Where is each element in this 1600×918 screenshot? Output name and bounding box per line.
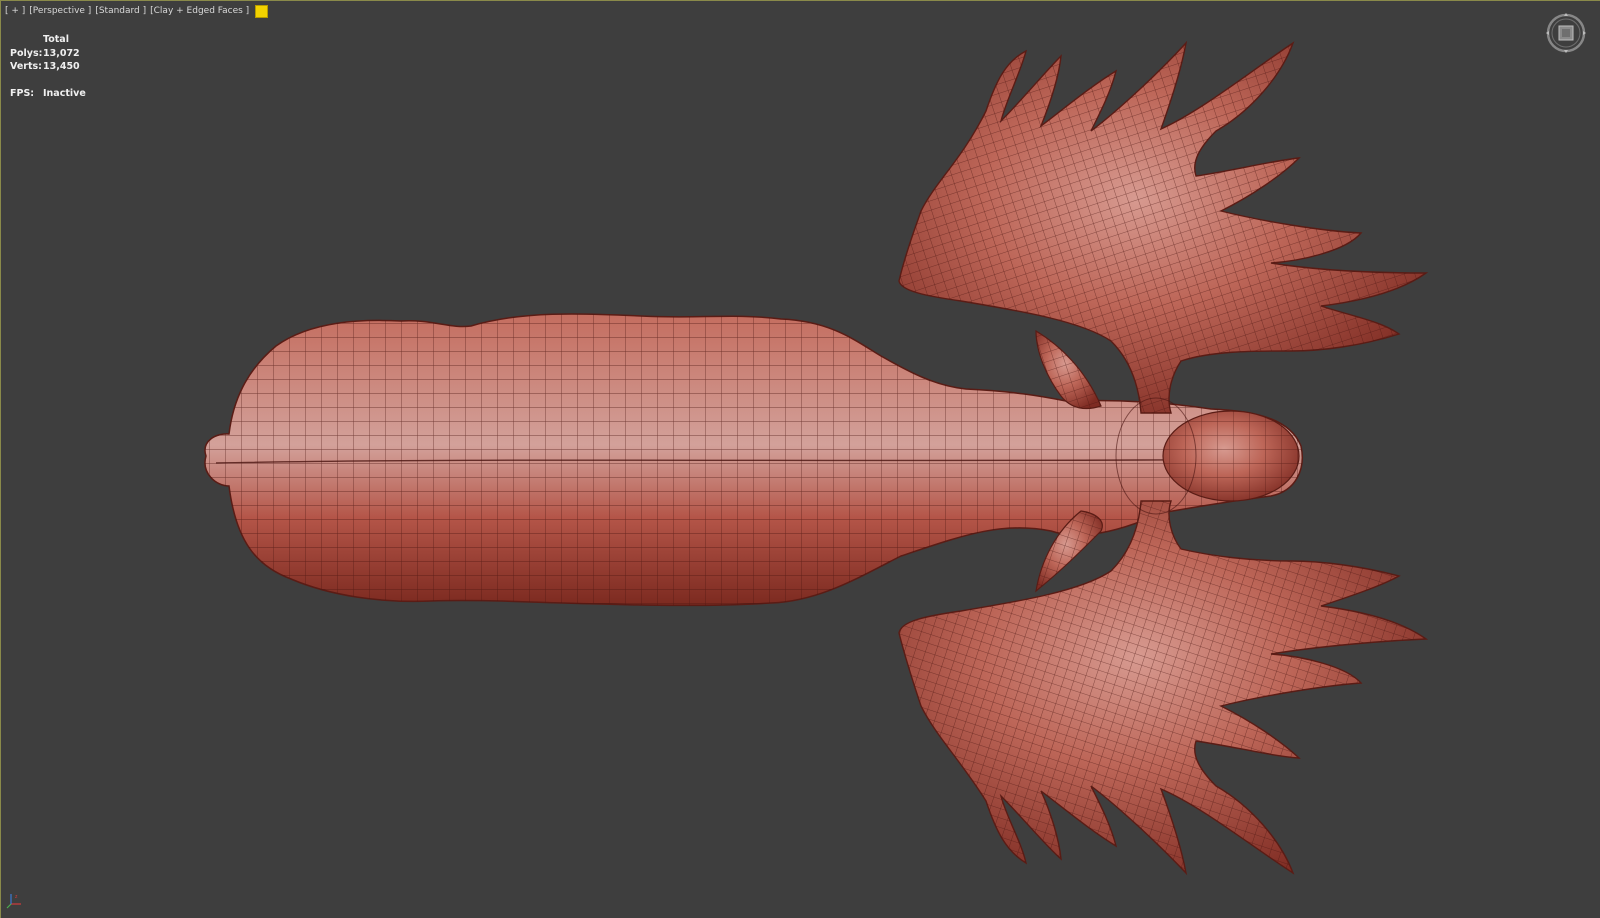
verts-value: 13,450: [43, 61, 80, 73]
display-mode-label[interactable]: [Clay + Edged Faces ]: [150, 6, 249, 16]
viewport-perspective[interactable]: [ + ] [Perspective ] [Standard ] [Clay +…: [0, 0, 1600, 918]
fps-value: Inactive: [43, 87, 86, 99]
viewport-statistics: Total Polys: 13,072 Verts: 13,450 FPS: I…: [10, 33, 86, 100]
viewport-color-swatch[interactable]: [255, 4, 269, 18]
viewport-label-bar: [ + ] [Perspective ] [Standard ] [Clay +…: [5, 4, 269, 18]
moose-model[interactable]: [1, 1, 1600, 918]
stats-header: Total: [43, 34, 69, 45]
view-type-label[interactable]: [Perspective ]: [29, 6, 91, 16]
moose-antler-lower: [898, 500, 1429, 876]
polys-label: Polys:: [10, 47, 43, 59]
polys-value: 13,072: [43, 47, 80, 59]
axis-tripod-icon: z: [5, 890, 25, 910]
moose-antler-upper: [898, 40, 1429, 414]
shading-preset-label[interactable]: [Standard ]: [95, 6, 146, 16]
viewcube-icon[interactable]: [1544, 11, 1588, 55]
verts-label: Verts:: [10, 61, 42, 73]
viewport-menu-button[interactable]: [ + ]: [5, 6, 25, 16]
svg-text:z: z: [15, 894, 18, 900]
fps-label: FPS:: [10, 87, 35, 99]
